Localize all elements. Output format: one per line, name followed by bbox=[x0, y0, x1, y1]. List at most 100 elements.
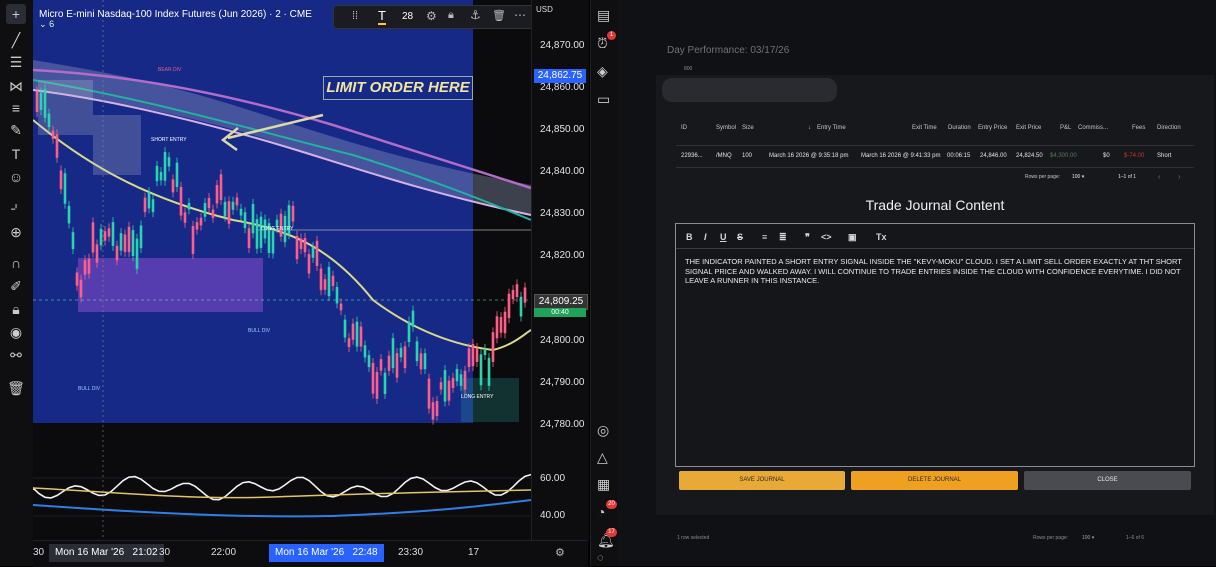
candle-body bbox=[295, 236, 299, 260]
grid-dots-icon[interactable]: ⁞⁞ bbox=[352, 10, 358, 22]
save-journal-button[interactable]: SAVE JOURNAL bbox=[679, 471, 845, 490]
candle-body bbox=[359, 326, 363, 347]
bull-div-label: BULL DIV bbox=[248, 328, 271, 334]
column-header[interactable]: ID bbox=[681, 125, 687, 131]
target-icon[interactable]: ◎ bbox=[597, 422, 609, 439]
price-axis[interactable]: USD 24,870.00 24,860.00 24,850.00 24,840… bbox=[531, 0, 589, 540]
close-button[interactable]: CLOSE bbox=[1024, 471, 1191, 490]
trash-icon[interactable]: 🗑︎ bbox=[6, 378, 26, 398]
day-performance-header: Day Performance: 03/17/26 bbox=[667, 45, 790, 56]
candle-body bbox=[139, 225, 143, 249]
column-header[interactable]: Fees bbox=[1132, 125, 1145, 131]
clear-format-icon[interactable]: Tx bbox=[876, 232, 887, 242]
column-header[interactable]: Entry Price bbox=[978, 125, 1007, 131]
alert-badge: 1 bbox=[607, 31, 616, 40]
candle-body bbox=[367, 355, 371, 368]
candle-body bbox=[51, 130, 55, 139]
alarm-clock-icon[interactable]: ⏰︎ bbox=[597, 35, 608, 52]
calendar-icon[interactable]: ▦ bbox=[597, 476, 610, 493]
footer-rows-per-page-select[interactable]: 100 ▾ bbox=[1082, 535, 1094, 541]
emoji-icon[interactable]: ☺ bbox=[6, 167, 26, 187]
lock-icon[interactable]: 🔒︎ bbox=[448, 9, 454, 22]
candle-body bbox=[411, 310, 415, 327]
time-axis[interactable]: 30 Mon 16 Mar '26 21:02 30 22:00 Mon 16 … bbox=[33, 540, 588, 567]
price-tick: 24,820.00 bbox=[540, 250, 585, 261]
journal-body-text[interactable]: THE INDICATOR PAINTED A SHORT ENTRY SIGN… bbox=[685, 257, 1185, 286]
crosshair-icon[interactable]: + bbox=[6, 4, 26, 24]
alerts-triangle-icon[interactable]: △ bbox=[597, 449, 608, 466]
candle-body bbox=[455, 368, 459, 382]
candle-body bbox=[387, 355, 391, 371]
anchor-icon[interactable]: ⚓︎ bbox=[470, 8, 481, 22]
trend-line-icon[interactable]: ╱ bbox=[6, 30, 26, 50]
candle-body bbox=[443, 370, 447, 402]
font-size-value[interactable]: 28 bbox=[402, 11, 413, 22]
column-header[interactable]: P&L bbox=[1060, 125, 1071, 131]
bull-box bbox=[78, 258, 263, 312]
symbol-title[interactable]: Micro E-mini Nasdaq-100 Index Futures (J… bbox=[39, 9, 312, 20]
stream-icon[interactable]: ◔ bbox=[597, 504, 605, 520]
bold-icon[interactable]: B bbox=[686, 232, 693, 242]
next-page-icon[interactable]: › bbox=[1178, 172, 1181, 181]
candle-body bbox=[243, 212, 247, 229]
lock-drawing-icon[interactable]: ✐ bbox=[6, 276, 26, 296]
trash-icon[interactable]: 🗑︎ bbox=[492, 9, 506, 22]
settings-icon[interactable]: ⚙ bbox=[555, 546, 565, 559]
magnet-icon[interactable]: ∩ bbox=[6, 253, 26, 273]
zoom-icon[interactable]: ⊕ bbox=[6, 222, 26, 242]
rows-per-page-select[interactable]: 100 ▾ bbox=[1072, 174, 1084, 180]
currency-label[interactable]: USD bbox=[536, 5, 553, 14]
underline-icon[interactable]: U bbox=[720, 232, 727, 242]
chevron-down-icon[interactable]: ⌄ bbox=[39, 19, 47, 29]
column-header[interactable]: Exit Time bbox=[912, 125, 937, 131]
horizontal-lines-icon[interactable]: ☰ bbox=[6, 52, 26, 72]
candle-body bbox=[147, 192, 151, 209]
candle-body bbox=[95, 244, 99, 263]
candle-body bbox=[119, 233, 123, 251]
settings-icon[interactable]: ⚙ bbox=[426, 9, 437, 23]
candle-body bbox=[519, 296, 523, 317]
prev-page-icon[interactable]: ‹ bbox=[1158, 172, 1161, 181]
help-icon[interactable]: ◌ bbox=[597, 552, 604, 564]
column-header[interactable]: Commiss... bbox=[1078, 125, 1108, 131]
column-header[interactable]: Exit Price bbox=[1016, 125, 1041, 131]
widget-toolbar: ▤ ⏰︎ 1 ◈ ▭ ◎ △ ▦ ◔ 20 🔔︎ 17 ◌ bbox=[590, 0, 619, 566]
column-header[interactable]: Entry Time bbox=[817, 125, 846, 131]
column-header[interactable]: Size bbox=[742, 125, 754, 131]
blurred-header bbox=[662, 78, 837, 102]
text-color-icon[interactable]: T bbox=[378, 8, 386, 25]
more-icon[interactable]: ⋯ bbox=[514, 8, 526, 22]
candle-body bbox=[407, 321, 411, 342]
interval-label: ⌄ 6 bbox=[39, 19, 55, 29]
bullet-list-icon[interactable]: ≣ bbox=[779, 232, 787, 243]
italic-icon[interactable]: I bbox=[704, 232, 707, 242]
eye-icon[interactable]: ◉ bbox=[6, 322, 26, 342]
sort-arrow-icon[interactable]: ↓ bbox=[808, 125, 811, 131]
text-tool-icon[interactable]: T bbox=[6, 144, 26, 164]
limit-order-annotation[interactable]: LIMIT ORDER HERE bbox=[323, 76, 473, 100]
candle-body bbox=[171, 179, 175, 193]
brush-icon[interactable]: ✎ bbox=[6, 120, 26, 140]
code-icon[interactable]: <> bbox=[821, 232, 832, 242]
image-icon[interactable]: ▣ bbox=[848, 232, 857, 243]
ordered-list-icon[interactable]: ≡ bbox=[762, 232, 767, 242]
quote-icon[interactable]: ❞ bbox=[805, 232, 810, 243]
fib-icon[interactable]: ≡ bbox=[6, 98, 26, 118]
delete-journal-button[interactable]: DELETE JOURNAL bbox=[851, 471, 1018, 490]
strikethrough-icon[interactable]: S bbox=[737, 232, 743, 242]
candle-body bbox=[103, 231, 107, 241]
link-icon[interactable]: ⚯ bbox=[6, 345, 26, 365]
chat-icon[interactable]: ▭ bbox=[597, 91, 610, 108]
column-header[interactable]: Direction bbox=[1157, 125, 1181, 131]
pattern-icon[interactable]: ⋈ bbox=[6, 76, 26, 96]
price-chart[interactable]: Micro E-mini Nasdaq-100 Index Futures (J… bbox=[33, 0, 531, 540]
lock-icon[interactable]: 🔒︎ bbox=[6, 299, 26, 319]
candle-body bbox=[431, 402, 435, 420]
column-header[interactable]: Duration bbox=[948, 125, 971, 131]
table-row[interactable]: 22936... /MNQ 100 March 16 2026 @ 9:35:1… bbox=[676, 149, 1194, 163]
price-tick: 24,790.00 bbox=[540, 377, 585, 388]
column-header[interactable]: Symbol bbox=[716, 125, 736, 131]
layers-icon[interactable]: ◈ bbox=[597, 63, 608, 80]
watchlist-icon[interactable]: ▤ bbox=[597, 7, 610, 24]
ruler-icon[interactable]: ⌏ bbox=[6, 198, 26, 218]
